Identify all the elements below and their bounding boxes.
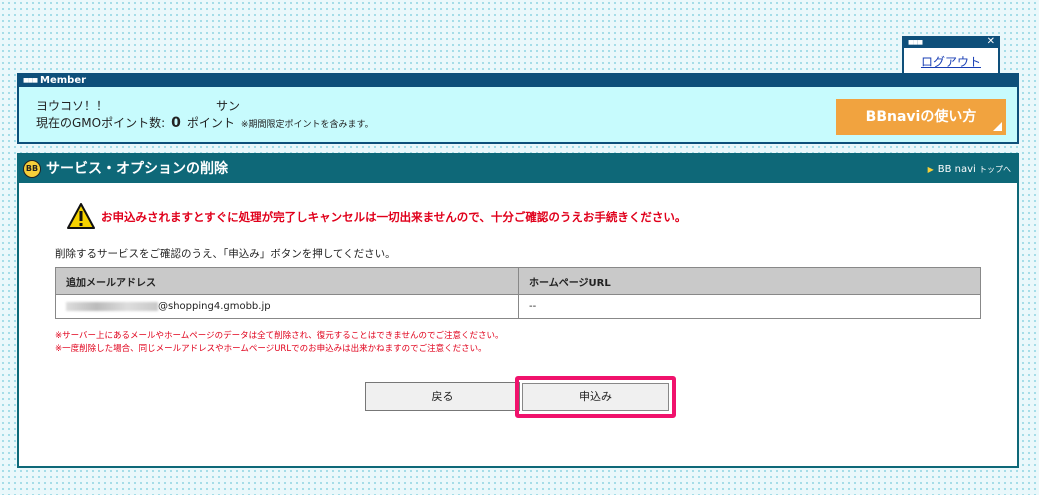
service-delete-panel: BB サービス・オプションの削除 ▶ BB navi トップへ お申込みされますと… [17, 153, 1019, 468]
points-value: 0 [171, 115, 181, 131]
bbnavi-guide-button[interactable]: BBnaviの使い方 [836, 99, 1006, 135]
greeting-text: ヨウコソ！！ [36, 99, 109, 113]
member-panel: ■■■ Member ヨウコソ！！ サン 現在のGMOポイント数: 0 ポイント ※期間… [17, 73, 1019, 144]
bbnavi-top-link[interactable]: ▶ BB navi トップへ [928, 164, 1011, 175]
points-label: 現在のGMOポイント数: [36, 116, 166, 130]
panel-header: BB サービス・オプションの削除 ▶ BB navi トップへ [19, 155, 1017, 183]
notes: ※サーバー上にあるメールやホームページのデータは全て削除され、復元することはでき… [55, 330, 503, 356]
top-link-main: BB navi [937, 164, 976, 175]
member-bar-label: Member [40, 75, 87, 86]
bbnavi-guide-label: BBnaviの使い方 [865, 109, 977, 125]
honorific-text: サン [216, 99, 241, 113]
service-table: 追加メールアドレス ホームページURL @shopping4.gmobb.jp … [55, 267, 981, 319]
member-titlebar: ■■■ Member [19, 75, 1017, 87]
note-line: ※サーバー上にあるメールやホームページのデータは全て削除され、復元することはでき… [55, 331, 504, 341]
points-unit: ポイント [186, 116, 235, 130]
column-header-email: 追加メールアドレス [55, 267, 519, 295]
page-title: サービス・オプションの削除 [46, 161, 228, 177]
greeting-line: ヨウコソ！！ サン [36, 97, 240, 114]
table-row: @shopping4.gmobb.jp -- [55, 294, 981, 319]
points-note: ※期間限定ポイントを含みます。 [240, 120, 374, 130]
instruction-text: 削除するサービスをご確認のうえ、「申込み」ボタンを押してください。 [55, 248, 396, 260]
top-link-sub: トップへ [979, 165, 1011, 174]
points-line: 現在のGMOポイント数: 0 ポイント ※期間限定ポイントを含みます。 [36, 114, 374, 131]
table-header-row: 追加メールアドレス ホームページURL [55, 267, 981, 295]
window-dots-icon: ■■■ [23, 77, 38, 84]
warning-icon [67, 203, 95, 229]
triangle-right-icon: ▶ [927, 165, 934, 174]
window-dots-icon: ■■■ [908, 39, 923, 46]
redacted-username [66, 301, 158, 311]
email-domain: @shopping4.gmobb.jp [158, 301, 271, 312]
email-cell: @shopping4.gmobb.jp [55, 294, 519, 319]
note-line: ※一度削除した場合、同じメールアドレスやホームページURLでのお申込みは出来かね… [55, 344, 487, 354]
logout-link[interactable]: ログアウト [904, 53, 998, 70]
warning-text: お申込みされますとすぐに処理が完了しキャンセルは一切出来ませんので、十分ご確認の… [101, 210, 687, 224]
bbnavi-logo-icon: BB [23, 160, 41, 178]
corner-arrow-icon [993, 122, 1002, 131]
back-button[interactable]: 戻る [365, 382, 520, 411]
url-cell: -- [518, 294, 981, 319]
logout-window-titlebar: ■■■ ✕ [904, 36, 998, 48]
column-header-url: ホームページURL [518, 267, 981, 295]
apply-button-highlight: 申込み [515, 376, 676, 418]
apply-button[interactable]: 申込み [522, 383, 669, 411]
close-icon[interactable]: ✕ [987, 36, 995, 48]
